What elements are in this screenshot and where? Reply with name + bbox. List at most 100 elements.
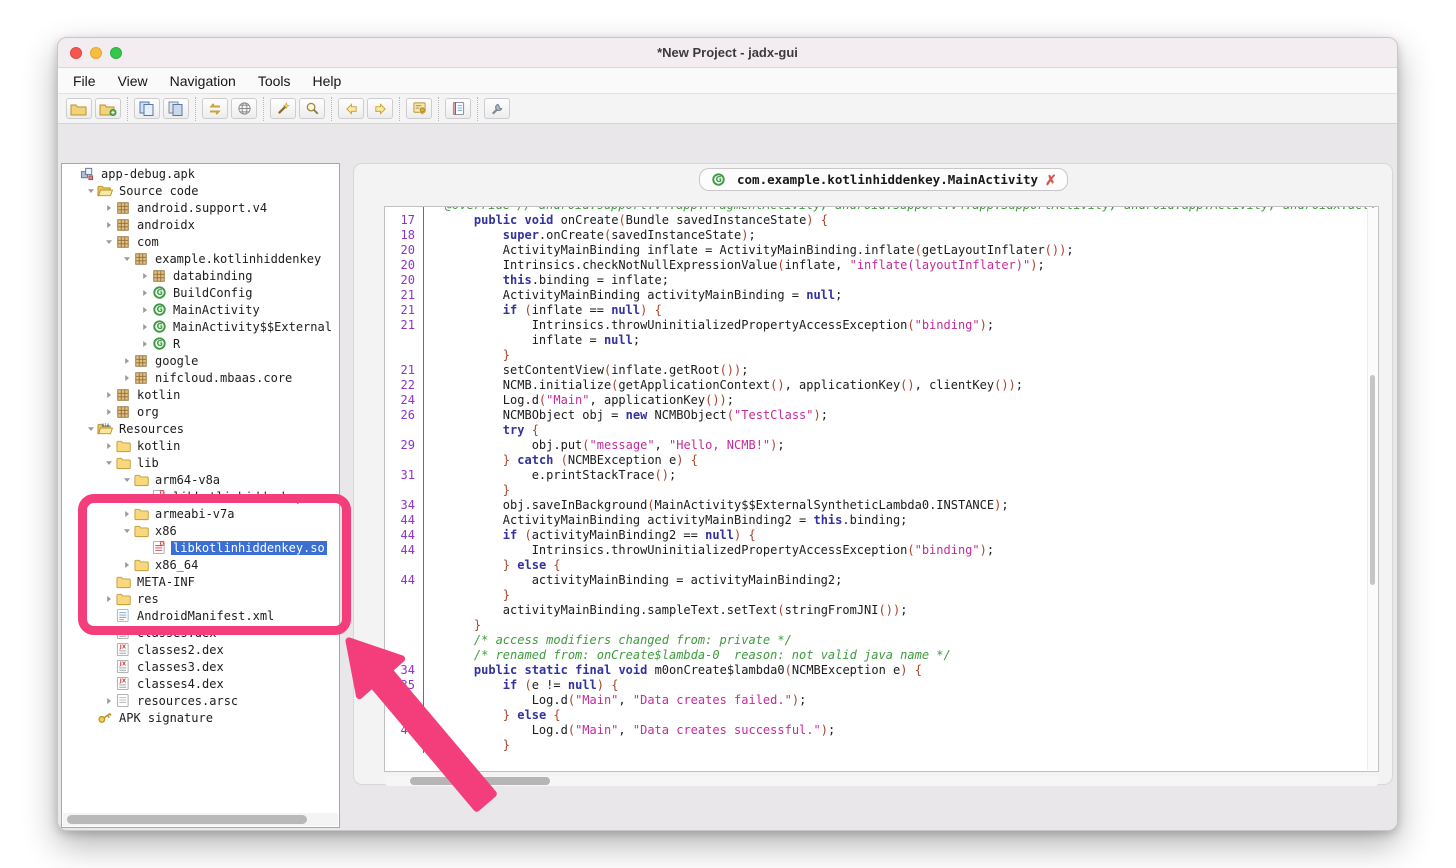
preferences-wrench-button[interactable] [484, 98, 510, 119]
tree-item-resources[interactable]: 010 Resources [62, 420, 339, 437]
chevron-right-icon[interactable] [102, 388, 115, 401]
close-tab-icon[interactable]: ✗ [1045, 173, 1057, 187]
chevron-right-icon[interactable] [138, 320, 151, 333]
tree-item-r[interactable]: GR [62, 335, 339, 352]
tree-item-res[interactable]: res [62, 590, 339, 607]
open-file-button[interactable] [66, 98, 92, 119]
chevron-down-icon[interactable] [120, 524, 133, 537]
chevron-right-icon[interactable] [120, 354, 133, 367]
tree-item-org[interactable]: org [62, 403, 339, 420]
tree-item-nifcloud-mbaas-core[interactable]: nifcloud.mbaas.core [62, 369, 339, 386]
editor-vertical-scrollbar[interactable] [1367, 208, 1377, 770]
tree-item-meta-inf[interactable]: META-INF [62, 573, 339, 590]
menu-tools[interactable]: Tools [247, 68, 302, 94]
chevron-down-icon[interactable] [120, 473, 133, 486]
search-button[interactable] [299, 98, 325, 119]
chevron-down-icon[interactable] [120, 252, 133, 265]
chevron-right-icon[interactable] [138, 269, 151, 282]
tree-item-google[interactable]: google [62, 352, 339, 369]
tree-scrollbar-thumb[interactable] [67, 815, 307, 824]
menu-navigation[interactable]: Navigation [159, 68, 247, 94]
certificate-button[interactable] [406, 98, 432, 119]
tree-item-label: BuildConfig [173, 285, 253, 300]
sync-button[interactable] [202, 98, 228, 119]
save-all-button[interactable] [134, 98, 160, 119]
tree-item-mainactivity-external[interactable]: G MainActivity$$External [62, 318, 339, 335]
tree-item-classes2-dex[interactable]: JX classes2.dex [62, 641, 339, 658]
globe-button[interactable] [231, 98, 257, 119]
editor-vscrollbar-thumb[interactable] [1370, 375, 1375, 585]
line-text: inflate = null; [423, 333, 1366, 348]
tree-item-label: org [137, 404, 159, 419]
chevron-right-icon[interactable] [102, 439, 115, 452]
line-text: this.binding = inflate; [423, 273, 1366, 288]
so-icon [151, 540, 167, 555]
deobfuscation-wand-button[interactable] [270, 98, 296, 119]
tree-item-android-support-v4[interactable]: android.support.v4 [62, 199, 339, 216]
menu-file[interactable]: File [62, 68, 107, 94]
chevron-right-icon[interactable] [120, 507, 133, 520]
code-line: 20 Intrinsics.checkNotNullExpressionValu… [385, 258, 1366, 273]
forward-arrow-button[interactable] [367, 98, 393, 119]
tab-mainactivity[interactable]: G com.example.kotlinhiddenkey.MainActivi… [699, 168, 1068, 191]
chevron-right-icon[interactable] [102, 694, 115, 707]
chevron-right-icon[interactable] [102, 592, 115, 605]
project-tree: app-debug.apk Source code android.support.… [62, 165, 339, 726]
menu-help[interactable]: Help [302, 68, 353, 94]
tree-item-libkotlinhiddenkey-so[interactable]: libkotlinhiddenkey.so [62, 488, 339, 505]
line-text: try { [423, 423, 1366, 438]
chevron-right-icon[interactable] [138, 337, 151, 350]
chevron-right-icon[interactable] [138, 303, 151, 316]
export-button[interactable] [163, 98, 189, 119]
tree-item-databinding[interactable]: databinding [62, 267, 339, 284]
tree-item-x86-64[interactable]: x86_64 [62, 556, 339, 573]
chevron-right-icon[interactable] [120, 371, 133, 384]
tree-item-buildconfig[interactable]: G BuildConfig [62, 284, 339, 301]
chevron-right-icon[interactable] [102, 201, 115, 214]
line-text: /* access modifiers changed from: privat… [423, 633, 1366, 648]
tree-item-libkotlinhiddenkey-so[interactable]: libkotlinhiddenkey.so [62, 539, 339, 556]
tree-item-kotlin[interactable]: kotlin [62, 437, 339, 454]
tree-item-classes3-dex[interactable]: JX classes3.dex [62, 658, 339, 675]
tree-item-app-debug-apk[interactable]: app-debug.apk [62, 165, 339, 182]
tree-item-mainactivity[interactable]: G MainActivity [62, 301, 339, 318]
chevron-right-icon[interactable] [102, 218, 115, 231]
chevron-down-icon[interactable] [102, 456, 115, 469]
chevron-right-icon[interactable] [102, 405, 115, 418]
tree-item-com[interactable]: com [62, 233, 339, 250]
project-tree-panel[interactable]: app-debug.apk Source code android.support.… [61, 163, 340, 828]
back-arrow-button[interactable] [338, 98, 364, 119]
tree-item-source-code[interactable]: Source code [62, 182, 339, 199]
tree-item-armeabi-v7a[interactable]: armeabi-v7a [62, 505, 339, 522]
chevron-down-icon[interactable] [102, 235, 115, 248]
editor-horizontal-scrollbar[interactable] [384, 776, 1379, 786]
tree-item-classes-dex[interactable]: JX classes.dex [62, 624, 339, 641]
tree-item-x86[interactable]: x86 [62, 522, 339, 539]
tree-item-example-kotlinhiddenkey[interactable]: example.kotlinhiddenkey [62, 250, 339, 267]
tree-item-androidmanifest-xml[interactable]: AndroidManifest.xml [62, 607, 339, 624]
editor-hscrollbar-thumb[interactable] [410, 777, 550, 785]
chevron-down-icon[interactable] [84, 422, 97, 435]
chevron-right-icon[interactable] [138, 286, 151, 299]
tree-horizontal-scrollbar[interactable] [63, 813, 338, 826]
chevron-down-icon[interactable] [84, 184, 97, 197]
open-project-button[interactable] [95, 98, 121, 119]
tree-item-arm64-v8a[interactable]: arm64-v8a [62, 471, 339, 488]
tree-item-kotlin[interactable]: kotlin [62, 386, 339, 403]
log-viewer-button[interactable] [445, 98, 471, 119]
title-bar[interactable]: *New Project - jadx-gui [58, 38, 1397, 68]
tree-item-androidx[interactable]: androidx [62, 216, 339, 233]
line-text: e.printStackTrace(); [423, 468, 1366, 483]
tree-item-resources-arsc[interactable]: resources.arsc [62, 692, 339, 709]
tree-item-lib[interactable]: lib [62, 454, 339, 471]
chevron-right-icon[interactable] [120, 558, 133, 571]
line-number [385, 588, 423, 603]
tree-item-label: app-debug.apk [101, 166, 195, 181]
code-editor[interactable]: @Override // android.support.v4.app.Frag… [384, 206, 1379, 772]
tree-item-apk-signature[interactable]: APK signature [62, 709, 339, 726]
menu-view[interactable]: View [107, 68, 159, 94]
tree-item-classes4-dex[interactable]: JX classes4.dex [62, 675, 339, 692]
toolbar-group [263, 96, 331, 121]
